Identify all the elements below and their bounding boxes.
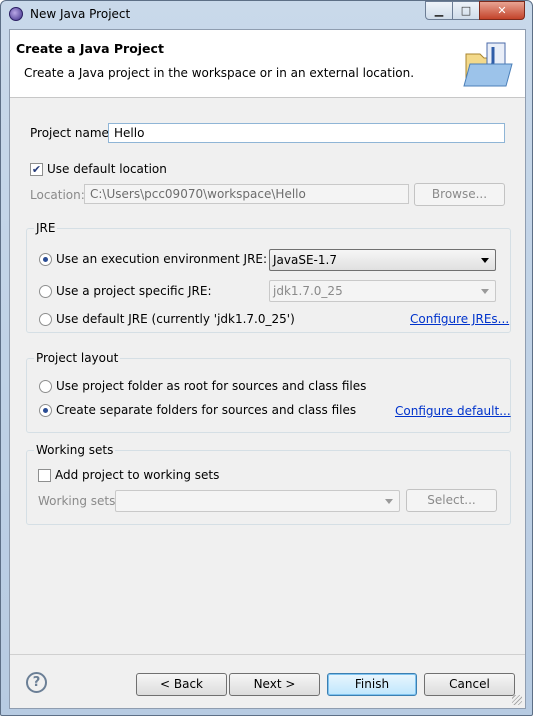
help-icon[interactable]: ? bbox=[26, 672, 47, 693]
project-name-input[interactable]: Hello bbox=[108, 123, 505, 143]
dialog-window: New Java Project ▁ □ ✕ Create a Java Pro… bbox=[0, 0, 533, 716]
radio-specific-jre[interactable] bbox=[39, 285, 52, 298]
location-label: Location: bbox=[30, 188, 85, 202]
working-sets-group bbox=[26, 450, 511, 525]
use-default-location-checkbox[interactable]: ✔ bbox=[30, 163, 43, 176]
wizard-banner: Create a Java Project Create a Java proj… bbox=[10, 30, 525, 98]
layout-separate-label[interactable]: Create separate folders for sources and … bbox=[56, 403, 356, 417]
add-to-working-sets-checkbox[interactable] bbox=[38, 469, 51, 482]
default-jre-label[interactable]: Use default JRE (currently 'jdk1.7.0_25'… bbox=[56, 312, 295, 326]
dialog-content: Create a Java Project Create a Java proj… bbox=[9, 29, 526, 709]
project-layout-group bbox=[26, 358, 511, 433]
radio-exec-env-jre[interactable] bbox=[39, 253, 52, 266]
exec-env-selected-value: JavaSE-1.7 bbox=[273, 253, 337, 267]
location-input[interactable]: C:\Users\pcc09070\workspace\Hello bbox=[84, 184, 409, 204]
footer-separator bbox=[10, 654, 525, 655]
working-sets-select[interactable] bbox=[115, 490, 400, 512]
cancel-button[interactable]: Cancel bbox=[424, 673, 515, 696]
radio-layout-separate[interactable] bbox=[39, 404, 52, 417]
select-working-sets-button[interactable]: Select... bbox=[406, 489, 497, 512]
window-title: New Java Project bbox=[30, 7, 131, 21]
layout-root-label[interactable]: Use project folder as root for sources a… bbox=[56, 379, 366, 393]
chevron-down-icon bbox=[481, 289, 489, 294]
maximize-button[interactable]: □ bbox=[452, 1, 480, 20]
use-default-location-label[interactable]: Use default location bbox=[47, 162, 167, 176]
specific-jre-label[interactable]: Use a project specific JRE: bbox=[56, 284, 212, 298]
project-name-label: Project name: bbox=[30, 126, 113, 140]
exec-env-jre-label[interactable]: Use an execution environment JRE: bbox=[56, 252, 267, 266]
title-bar[interactable]: New Java Project ▁ □ ✕ bbox=[1, 1, 532, 29]
chevron-down-icon bbox=[481, 258, 489, 263]
project-layout-group-label: Project layout bbox=[34, 351, 121, 365]
wizard-title: Create a Java Project bbox=[16, 41, 164, 56]
exec-env-select[interactable]: JavaSE-1.7 bbox=[269, 249, 496, 271]
specific-jre-value: jdk1.7.0_25 bbox=[273, 284, 343, 298]
radio-default-jre[interactable] bbox=[39, 313, 52, 326]
jre-group-label: JRE bbox=[34, 221, 58, 235]
configure-default-link[interactable]: Configure default... bbox=[395, 404, 511, 418]
back-button[interactable]: < Back bbox=[136, 673, 227, 696]
browse-button[interactable]: Browse... bbox=[414, 183, 505, 206]
radio-layout-root[interactable] bbox=[39, 380, 52, 393]
minimize-button[interactable]: ▁ bbox=[425, 1, 453, 20]
close-button[interactable]: ✕ bbox=[479, 1, 525, 20]
resize-grip[interactable] bbox=[512, 695, 522, 705]
next-button[interactable]: Next > bbox=[229, 673, 320, 696]
specific-jre-select[interactable]: jdk1.7.0_25 bbox=[269, 280, 496, 302]
working-sets-label: Working sets: bbox=[38, 494, 120, 508]
wizard-description: Create a Java project in the workspace o… bbox=[24, 66, 415, 80]
configure-jres-link[interactable]: Configure JREs... bbox=[410, 312, 509, 326]
eclipse-app-icon bbox=[9, 7, 23, 21]
add-to-working-sets-label[interactable]: Add project to working sets bbox=[55, 468, 219, 482]
finish-button[interactable]: Finish bbox=[327, 673, 417, 696]
java-project-folder-icon bbox=[463, 42, 513, 87]
working-sets-group-label: Working sets bbox=[34, 443, 116, 457]
chevron-down-icon bbox=[385, 499, 393, 504]
